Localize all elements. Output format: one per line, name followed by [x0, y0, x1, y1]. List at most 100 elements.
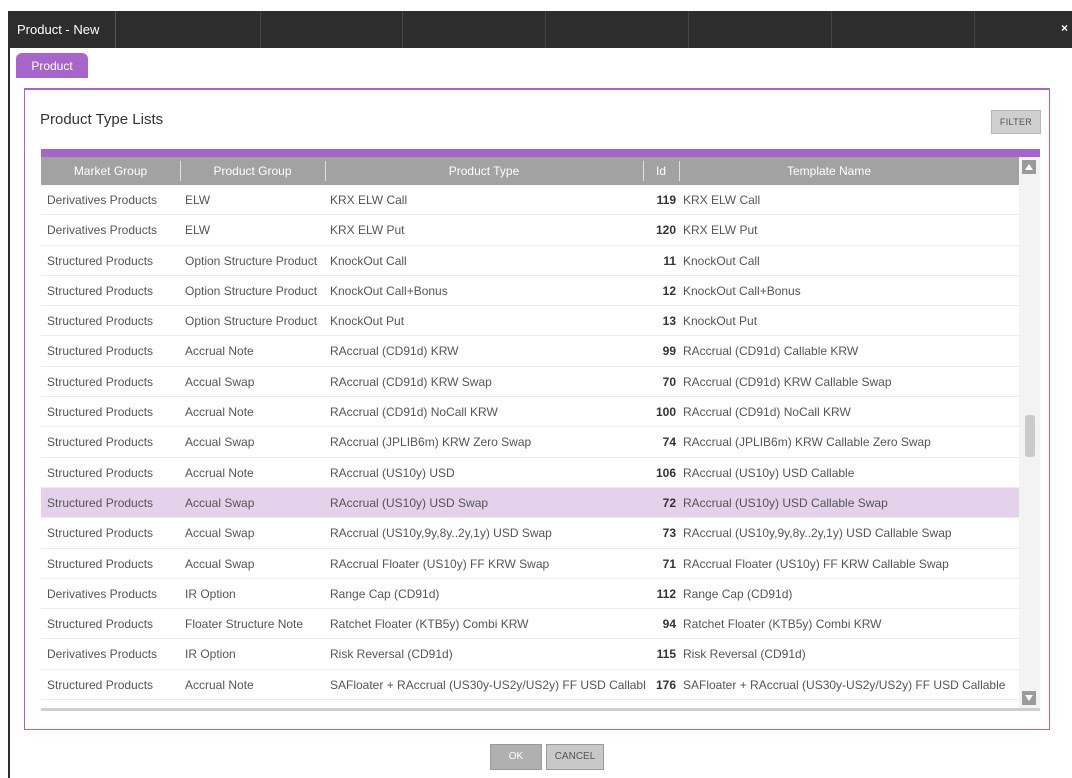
cell-product-group: Option Structure Product: [185, 253, 318, 268]
cell-product-group: Accual Swap: [185, 435, 255, 450]
column-header-market-group[interactable]: Market Group: [41, 157, 180, 185]
table-row[interactable]: Structured Products Accrual Note RAccrual …: [41, 336, 1019, 367]
cell-market-group: Derivatives Products: [47, 647, 158, 662]
cell-id: 72: [662, 495, 676, 510]
cell-product-type: KnockOut Call+Bonus: [330, 283, 448, 298]
cell-market-group: Structured Products: [47, 677, 154, 692]
cell-id: 71: [662, 556, 676, 571]
cell-product-type: RAccrual (CD91d) KRW Swap: [330, 374, 492, 389]
cell-product-type: KRX ELW Put: [330, 223, 405, 238]
cell-template-name: RAccrual (US10y) USD Callable: [683, 465, 855, 480]
table-row[interactable]: Structured Products Option Structure Prod…: [41, 306, 1019, 337]
cell-product-type: RAccrual Floater (US10y) FF KRW Swap: [330, 556, 550, 571]
cell-product-group: Accrual Note: [185, 344, 254, 359]
table-row[interactable]: Structured Products Accual Swap RAccrual (…: [41, 487, 1019, 519]
cell-product-group: Floater Structure Note: [185, 617, 304, 632]
grid-top-bar: [41, 149, 1040, 157]
cell-market-group: Structured Products: [47, 435, 154, 450]
cell-product-group: IR Option: [185, 586, 236, 601]
cell-market-group: Structured Products: [47, 617, 154, 632]
cell-market-group: Structured Products: [47, 495, 154, 510]
window-title: Product - New: [8, 11, 116, 48]
cell-market-group: Structured Products: [47, 374, 154, 389]
tab-product[interactable]: Product: [16, 53, 88, 78]
titlebar[interactable]: Product - New ×: [8, 11, 1072, 48]
cell-market-group: Structured Products: [47, 556, 154, 571]
cell-product-type: RAccrual (US10y) USD: [330, 465, 455, 480]
table-body: Derivatives Products ELW KRX ELW Call 119 KR…: [41, 185, 1019, 701]
panel-title: Product Type Lists: [40, 111, 164, 128]
cell-id: 94: [662, 617, 676, 632]
cell-template-name: RAccrual (CD91d) NoCall KRW: [683, 405, 851, 420]
table-row[interactable]: Structured Products Accual Swap RAccrual F…: [41, 549, 1019, 579]
horizontal-scrollbar[interactable]: [41, 708, 1040, 711]
cell-template-name: RAccrual (CD91d) KRW Callable Swap: [683, 374, 892, 389]
table-row[interactable]: Structured Products Accual Swap RAccrual (…: [41, 518, 1019, 549]
column-header-product-type[interactable]: Product Type: [325, 157, 643, 185]
table-row[interactable]: Derivatives Products ELW KRX ELW Put 120 KRX…: [41, 215, 1019, 246]
cell-market-group: Structured Products: [47, 283, 154, 298]
cell-id: 99: [662, 344, 676, 359]
cell-id: 106: [655, 465, 676, 480]
cell-template-name: KRX ELW Call: [683, 193, 761, 207]
cell-market-group: Derivatives Products: [47, 193, 158, 207]
cell-product-group: Accual Swap: [185, 374, 255, 389]
table-row[interactable]: Structured Products Accrual Note SAFloater…: [41, 670, 1019, 701]
cell-template-name: Ratchet Floater (KTB5y) Combi KRW: [683, 617, 882, 632]
ok-button[interactable]: OK: [490, 744, 542, 770]
cell-product-type: Ratchet Floater (KTB5y) Combi KRW: [330, 617, 529, 632]
cell-template-name: RAccrual (US10y) USD Callable Swap: [683, 495, 888, 510]
scroll-down-arrow-icon[interactable]: [1022, 691, 1036, 705]
cell-product-type: RAccrual (US10y) USD Swap: [330, 495, 489, 510]
table-row[interactable]: Structured Products Accrual Note RAccrual …: [41, 458, 1019, 488]
vertical-scrollbar[interactable]: [1019, 157, 1040, 708]
cell-template-name: KRX ELW Put: [683, 223, 758, 238]
table-row[interactable]: Structured Products Accrual Note RAccrual …: [41, 397, 1019, 428]
table-row[interactable]: Structured Products Accual Swap RAccrual (…: [41, 427, 1019, 458]
cell-template-name: KnockOut Put: [683, 314, 758, 329]
filter-button[interactable]: FILTER: [991, 110, 1041, 134]
cell-id: 176: [655, 677, 676, 692]
cell-id: 100: [655, 405, 676, 420]
cell-product-group: Accual Swap: [185, 526, 255, 541]
cell-product-group: Accrual Note: [185, 677, 254, 692]
cell-product-type: RAccrual (CD91d) KRW: [330, 344, 459, 359]
cell-id: 74: [662, 435, 676, 450]
table-row[interactable]: Derivatives Products ELW KRX ELW Call 119 KR…: [41, 185, 1019, 216]
cell-product-type: RAccrual (JPLIB6m) KRW Zero Swap: [330, 435, 532, 450]
cell-id: 73: [662, 526, 676, 541]
table-row[interactable]: Structured Products Option Structure Prod…: [41, 276, 1019, 307]
scroll-up-arrow-icon[interactable]: [1022, 160, 1036, 174]
cell-product-group: Accrual Note: [185, 465, 254, 480]
scrollbar-thumb[interactable]: [1025, 415, 1035, 457]
table-row[interactable]: Structured Products Option Structure Prod…: [41, 246, 1019, 276]
table-row[interactable]: Structured Products Accual Swap RAccrual (…: [41, 367, 1019, 398]
cell-template-name: RAccrual (CD91d) Callable KRW: [683, 344, 859, 359]
cell-product-group: ELW: [185, 223, 211, 238]
close-icon[interactable]: ×: [1061, 21, 1068, 35]
table-row[interactable]: Structured Products Floater Structure Not…: [41, 609, 1019, 640]
cell-market-group: Structured Products: [47, 344, 154, 359]
cell-product-type: Risk Reversal (CD91d): [330, 647, 453, 662]
cell-market-group: Structured Products: [47, 405, 154, 420]
cell-product-group: Accual Swap: [185, 495, 255, 510]
cell-product-type: KRX ELW Call: [330, 193, 408, 207]
cell-template-name: RAccrual (JPLIB6m) KRW Callable Zero Swa…: [683, 435, 931, 450]
table-row[interactable]: Derivatives Products IR Option Range Cap (…: [41, 579, 1019, 610]
cell-id: 119: [656, 193, 676, 207]
cell-id: 112: [656, 586, 676, 601]
table-row[interactable]: Derivatives Products IR Option Risk Revers…: [41, 639, 1019, 670]
column-header-product-group[interactable]: Product Group: [180, 157, 325, 185]
column-header-id[interactable]: Id: [643, 157, 679, 185]
cell-template-name: KnockOut Call: [683, 253, 760, 268]
cell-product-group: IR Option: [185, 647, 236, 662]
column-header-template-name[interactable]: Template Name: [679, 157, 979, 185]
cell-product-type: SAFloater + RAccrual (US30y-US2y/US2y) F…: [330, 677, 645, 692]
cell-product-type: KnockOut Put: [330, 314, 405, 329]
cell-template-name: Risk Reversal (CD91d): [683, 647, 806, 662]
cancel-button[interactable]: CANCEL: [546, 744, 604, 770]
cell-product-group: Option Structure Product: [185, 283, 318, 298]
cell-market-group: Derivatives Products: [47, 586, 158, 601]
cell-market-group: Structured Products: [47, 253, 154, 268]
cell-template-name: RAccrual Floater (US10y) FF KRW Callable…: [683, 556, 949, 571]
